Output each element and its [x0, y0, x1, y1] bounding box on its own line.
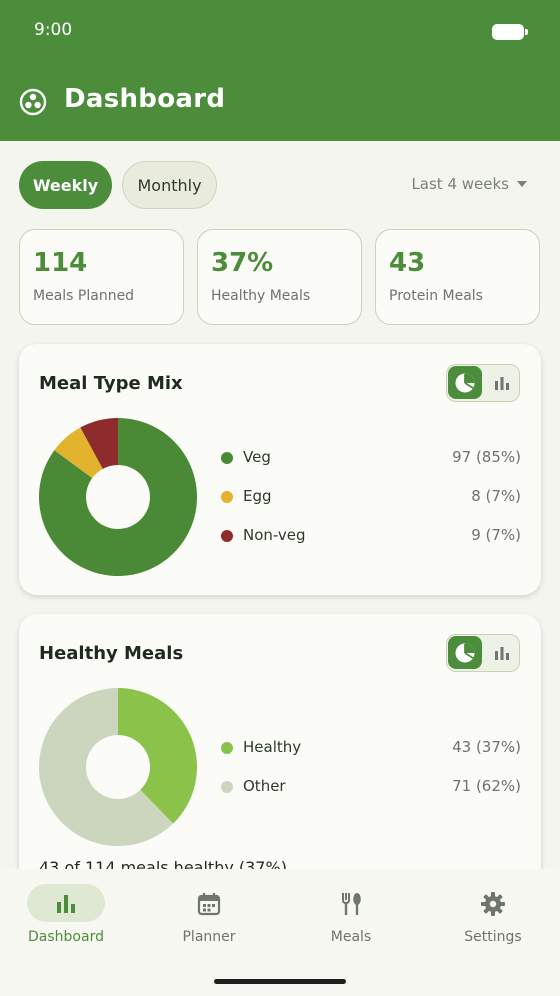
bar-chart-icon [495, 646, 509, 660]
legend-item-egg: Egg 8 (7%) [221, 486, 521, 508]
bar-view-button[interactable] [487, 636, 517, 669]
non-veg-color-dot [221, 530, 233, 542]
stat-card-healthy-meals: 37% Healthy Meals [197, 229, 362, 325]
pie-chart-icon [455, 643, 475, 662]
meal-type-donut-chart [39, 418, 197, 576]
legend-label: Healthy [243, 738, 302, 756]
stat-value: 37% [211, 248, 274, 278]
legend-label: Non-veg [243, 526, 306, 544]
bar-chart-icon [495, 376, 509, 390]
legend-label: Other [243, 777, 286, 795]
fork-knife-icon [342, 893, 361, 915]
legend-value: 43 (37%) [452, 738, 521, 756]
legend-value: 9 (7%) [471, 526, 521, 544]
legend-label: Veg [243, 448, 271, 466]
nav-label: Meals [330, 929, 372, 945]
legend-value: 71 (62%) [452, 777, 521, 795]
stat-value: 114 [33, 248, 88, 278]
pie-view-button[interactable] [448, 636, 482, 669]
stat-card-meals-planned: 114 Meals Planned [19, 229, 184, 325]
stat-card-protein-meals: 43 Protein Meals [375, 229, 540, 325]
app-logo-icon [19, 88, 47, 116]
legend-label: Egg [243, 487, 272, 505]
stat-label: Meals Planned [33, 288, 135, 304]
card-title: Healthy Meals [39, 643, 184, 664]
calendar-icon [197, 893, 221, 916]
healthy-color-dot [221, 742, 233, 754]
nav-item-dashboard[interactable]: Dashboard [0, 869, 140, 969]
stat-value: 43 [389, 248, 426, 278]
tab-monthly[interactable]: Monthly [122, 161, 217, 209]
healthy-meals-donut-chart [39, 688, 197, 846]
legend-item-other: Other 71 (62%) [221, 776, 521, 798]
pie-view-button[interactable] [448, 366, 482, 399]
stat-label: Protein Meals [389, 288, 483, 304]
tab-weekly[interactable]: Weekly [19, 161, 112, 209]
bar-chart-icon [57, 895, 75, 913]
nav-item-planner[interactable]: Planner [143, 869, 283, 969]
nav-label: Settings [464, 929, 522, 945]
chart-view-toggle [446, 364, 520, 402]
battery-icon [492, 24, 528, 40]
legend-value: 8 (7%) [471, 487, 521, 505]
other-color-dot [221, 781, 233, 793]
nav-item-settings[interactable]: Settings [427, 869, 560, 969]
page-title: Dashboard [64, 84, 226, 114]
veg-color-dot [221, 452, 233, 464]
gear-icon [481, 892, 505, 916]
legend-item-non-veg: Non-veg 9 (7%) [221, 525, 521, 547]
meal-type-card: Meal Type Mix Veg 97 (85%) Egg 8 (7%) No… [19, 344, 541, 595]
card-title: Meal Type Mix [39, 373, 183, 394]
nav-label: Dashboard [28, 929, 104, 945]
range-dropdown[interactable]: Last 4 weeks [411, 175, 527, 193]
egg-color-dot [221, 491, 233, 503]
pie-chart-icon [455, 373, 475, 392]
nav-item-meals[interactable]: Meals [285, 869, 425, 969]
legend-item-healthy: Healthy 43 (37%) [221, 737, 521, 759]
legend-item-veg: Veg 97 (85%) [221, 447, 521, 469]
chart-view-toggle [446, 634, 520, 672]
app-bar: 9:00 Dashboard [0, 0, 560, 141]
bar-view-button[interactable] [487, 366, 517, 399]
stat-label: Healthy Meals [211, 288, 311, 304]
caret-down-icon [517, 181, 527, 187]
home-indicator [214, 979, 346, 984]
legend-value: 97 (85%) [452, 448, 521, 466]
bottom-nav: Dashboard Planner Meals Settings [0, 869, 560, 996]
nav-label: Planner [182, 929, 236, 945]
status-time: 9:00 [34, 20, 73, 40]
range-dropdown-label: Last 4 weeks [411, 175, 509, 193]
